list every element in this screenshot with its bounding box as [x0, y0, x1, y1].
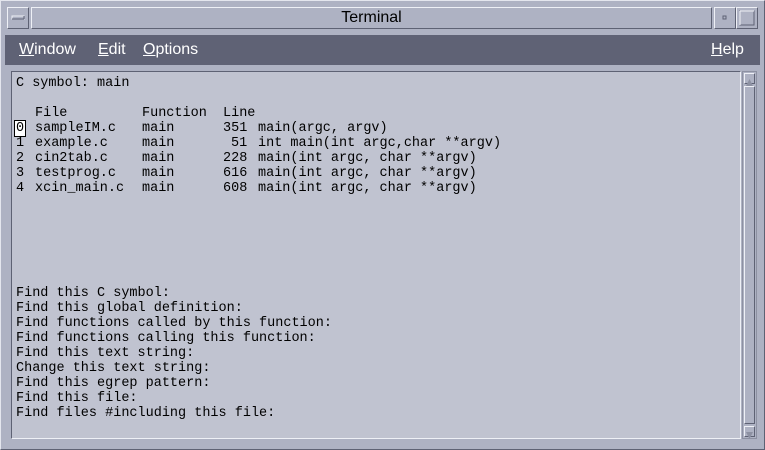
result-row[interactable]: 2 cin2tab.c main 228 main(int argc, char… — [16, 151, 616, 166]
maximize-icon — [739, 10, 755, 26]
header-file: File — [35, 106, 68, 121]
result-line: 51 — [231, 136, 248, 151]
result-row[interactable]: 4 xcin_main.c main 608 main(int argc, ch… — [16, 181, 616, 196]
result-index: 3 — [16, 166, 25, 181]
result-line: 351 — [223, 121, 248, 136]
results-header: File Function Line — [16, 106, 616, 121]
maximize-button[interactable] — [736, 7, 758, 29]
result-function: main — [142, 136, 175, 151]
terminal-window: Terminal Window Edit Options Help C symb… — [0, 0, 765, 450]
prompt-find-text-string[interactable]: Find this text string: — [16, 346, 194, 361]
window-menu-icon — [11, 15, 25, 20]
result-text: main(int argc, char **argv) — [258, 181, 477, 196]
menu-edit[interactable]: Edit — [98, 40, 126, 60]
prompt-find-file[interactable]: Find this file: — [16, 391, 138, 406]
scroll-up-button[interactable] — [744, 73, 755, 86]
prompt-change-text-string[interactable]: Change this text string: — [16, 361, 210, 376]
result-function: main — [142, 166, 175, 181]
arrow-down-icon — [746, 432, 753, 439]
prompt-find-files-including[interactable]: Find files #including this file: — [16, 406, 275, 421]
prompt-find-global-definition[interactable]: Find this global definition: — [16, 301, 243, 316]
menu-help[interactable]: Help — [711, 40, 744, 60]
prompt-find-egrep-pattern[interactable]: Find this egrep pattern: — [16, 376, 210, 391]
result-file: sampleIM.c — [35, 121, 117, 136]
result-index: 1 — [16, 136, 25, 151]
result-row[interactable]: 1 example.c main 51 int main(int argc,ch… — [16, 136, 616, 151]
result-text: main(argc, argv) — [258, 121, 388, 136]
prompt-find-functions-calling[interactable]: Find functions calling this function: — [16, 331, 316, 346]
result-text: int main(int argc,char **argv) — [258, 136, 502, 151]
header-line: Line — [223, 106, 256, 121]
result-line: 616 — [223, 166, 248, 181]
result-file: example.c — [35, 136, 108, 151]
symbol-line: C symbol: main — [16, 76, 130, 91]
result-line: 228 — [223, 151, 248, 166]
minimize-button[interactable] — [714, 7, 736, 29]
title-bar[interactable]: Terminal — [5, 5, 760, 33]
result-file: cin2tab.c — [35, 151, 108, 166]
result-index: 2 — [16, 151, 25, 166]
scroll-down-button[interactable] — [744, 426, 755, 439]
window-menu-button[interactable] — [7, 7, 29, 29]
result-row[interactable]: 3 testprog.c main 616 main(int argc, cha… — [16, 166, 616, 181]
result-file: xcin_main.c — [35, 181, 125, 196]
prompt-find-c-symbol[interactable]: Find this C symbol: — [16, 286, 170, 301]
menu-options[interactable]: Options — [143, 40, 198, 60]
minimize-icon — [722, 15, 727, 20]
menu-window[interactable]: Window — [19, 40, 76, 60]
result-function: main — [142, 121, 175, 136]
scrollbar-thumb[interactable] — [744, 86, 755, 424]
result-row[interactable]: 0 sampleIM.c main 351 main(argc, argv) — [13, 120, 616, 137]
menu-bar: Window Edit Options Help — [5, 35, 760, 65]
terminal-output[interactable]: C symbol: main File Function Line 0 samp… — [11, 71, 741, 439]
result-file: testprog.c — [35, 166, 117, 181]
header-function: Function — [142, 106, 207, 121]
vertical-scrollbar[interactable] — [742, 71, 757, 439]
result-index: 4 — [16, 181, 25, 196]
result-text: main(int argc, char **argv) — [258, 166, 477, 181]
result-index-cursor[interactable]: 0 — [13, 120, 27, 137]
window-title: Terminal — [31, 7, 712, 29]
result-line: 608 — [223, 181, 248, 196]
result-text: main(int argc, char **argv) — [258, 151, 477, 166]
result-function: main — [142, 181, 175, 196]
prompt-find-functions-called[interactable]: Find functions called by this function: — [16, 316, 332, 331]
result-function: main — [142, 151, 175, 166]
